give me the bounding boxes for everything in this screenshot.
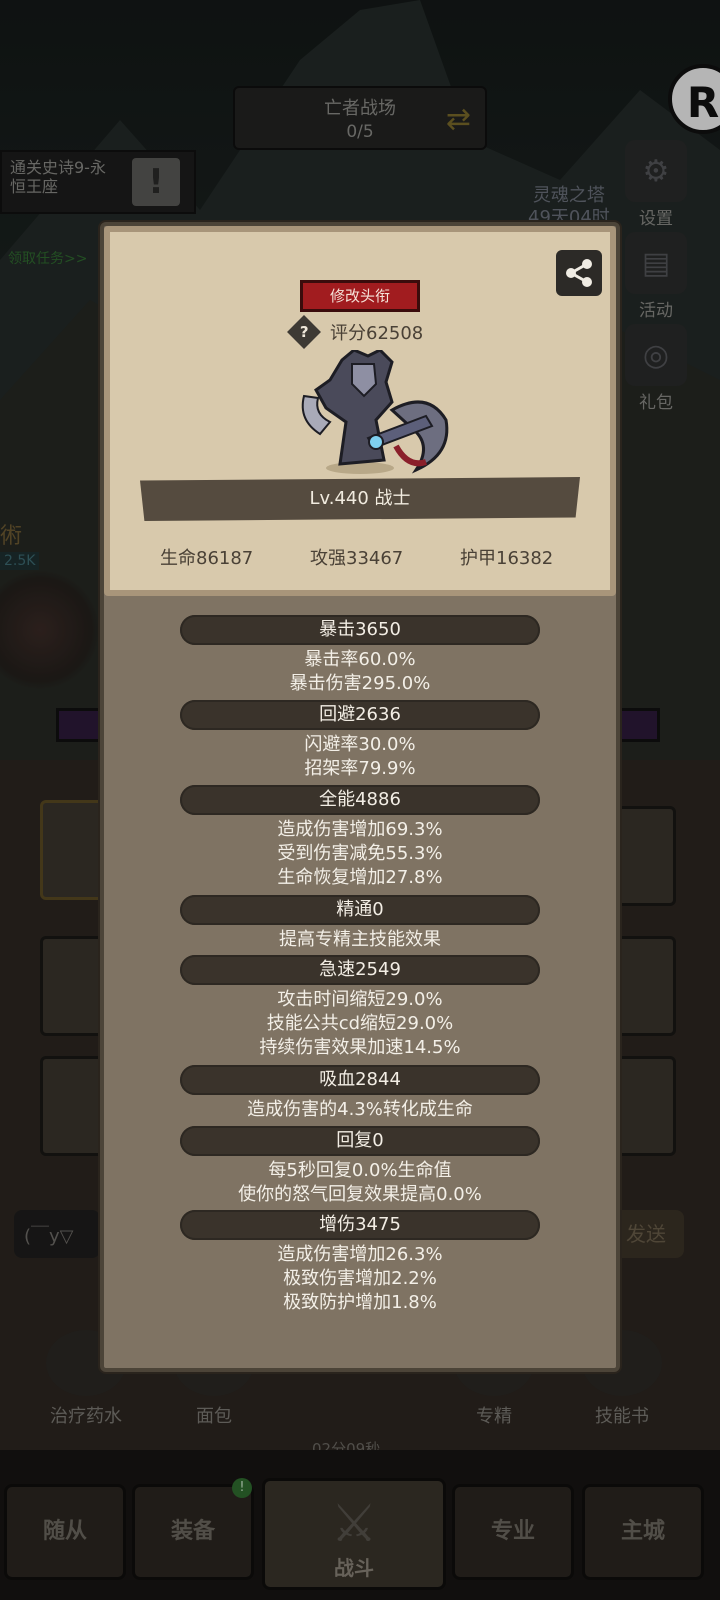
gift-pack-label: 礼包 [639,393,673,413]
left-partial-label: 術 [0,524,23,549]
hp-regen: 每5秒回复0.0%生命值 [268,1160,452,1181]
haste-header: 急速2549 [180,955,540,985]
dot-speedup: 持续伤害效果加速14.5% [259,1037,461,1058]
share-button[interactable] [556,250,602,296]
extreme-protection: 极致防护增加1.8% [283,1292,437,1313]
lifesteal-header: 吸血2844 [180,1065,540,1095]
nav-battle-label: 战斗 [334,1556,374,1580]
chat-input[interactable]: (￣y▽ [14,1210,100,1258]
gear-icon: ⚙ [625,140,687,202]
crit-header: 暴击3650 [180,615,540,645]
left-partial-number: 2.5K [0,552,40,570]
activity-button[interactable]: ▤ 活动 [618,232,694,321]
help-icon[interactable]: ? [287,315,321,349]
crit-damage: 暴击伤害295.0% [289,673,431,694]
crit-rate: 暴击率60.0% [304,649,416,670]
settings-button[interactable]: ⚙ 设置 [618,140,694,229]
regen-header: 回复0 [180,1126,540,1156]
mastery-header: 精通0 [180,895,540,925]
avoidance-header: 回避2636 [180,700,540,730]
settings-label: 设置 [639,209,673,229]
nav-followers[interactable]: 随从 [4,1484,126,1580]
quest-box[interactable]: 通关史诗9-永 恒王座 ! [0,150,196,214]
skill-label: 专精 [476,1406,512,1427]
parry-rate: 招架率79.9% [304,758,416,779]
dungeon-progress-pill[interactable]: 亡者战场 0/5 ⇄ [233,86,487,150]
extreme-damage: 极致伤害增加2.2% [283,1268,437,1289]
left-character-sprite [0,570,100,690]
swap-icon[interactable]: ⇄ [446,102,471,137]
healing-increase: 生命恢复增加27.8% [277,867,443,888]
rage-regen: 使你的怒气回复效果提高0.0% [238,1184,482,1205]
nav-profession[interactable]: 专业 [452,1484,574,1580]
versatility-header: 全能4886 [180,785,540,815]
notification-badge: ! [232,1478,252,1498]
calendar-icon: ▤ [625,232,687,294]
skill-label: 面包 [196,1406,232,1427]
nav-equipment[interactable]: 装备 [132,1484,254,1580]
crossed-swords-icon: ⚔ [330,1494,378,1554]
attack-power-stat: 攻强33467 [310,548,404,569]
skill-label: 治疗药水 [50,1406,122,1427]
exclamation-icon: ! [132,158,180,206]
damage-bonus-header: 增伤3475 [180,1210,540,1240]
hp-stat: 生命86187 [160,548,254,569]
coin-icon: ◎ [625,324,687,386]
nav-main-city[interactable]: 主城 [582,1484,704,1580]
damage-bonus: 造成伤害增加26.3% [277,1244,443,1265]
warrior-portrait [301,350,449,474]
armor-stat: 护甲16382 [460,548,554,569]
attack-time-reduction: 攻击时间缩短29.0% [277,989,443,1010]
level-class-bar: Lv.440 战士 [140,477,580,521]
lifesteal-desc: 造成伤害的4.3%转化成生命 [247,1099,473,1120]
activity-label: 活动 [639,301,673,321]
mastery-desc: 提高专精主技能效果 [279,929,441,950]
damage-increase: 造成伤害增加69.3% [277,819,443,840]
skill-label: 技能书 [595,1406,649,1427]
damage-reduction: 受到伤害减免55.3% [277,843,443,864]
claim-quest-link[interactable]: 领取任务>> [8,248,87,268]
edit-title-button[interactable]: 修改头衔 [300,280,420,312]
dodge-rate: 闪避率30.0% [304,734,416,755]
share-icon [566,259,592,287]
gift-pack-button[interactable]: ◎ 礼包 [618,324,694,413]
score-row: ? 评分62508 [287,315,424,349]
score-value: 评分62508 [330,323,424,344]
nav-battle[interactable]: ⚔ 战斗 [262,1478,446,1590]
gcd-reduction: 技能公共cd缩短29.0% [266,1013,454,1034]
soul-tower-title: 灵魂之塔 [532,185,605,206]
